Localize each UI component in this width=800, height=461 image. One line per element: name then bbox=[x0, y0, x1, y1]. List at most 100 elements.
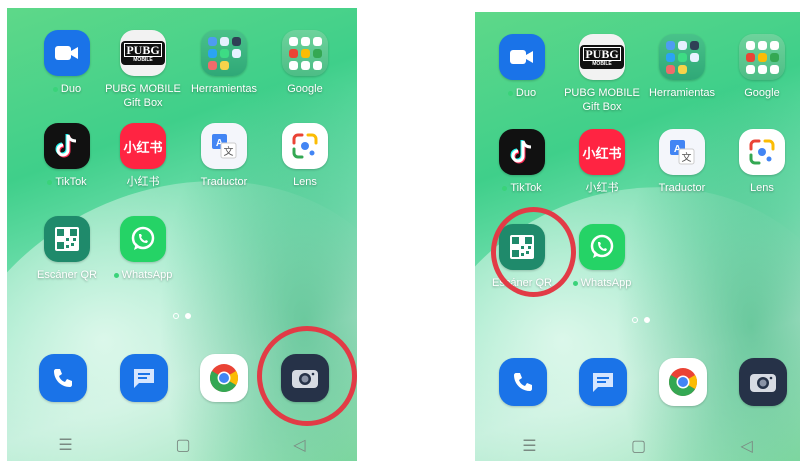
highlight-circle-camera bbox=[257, 326, 357, 426]
xiaohongshu-icon: 小红书 bbox=[120, 123, 166, 169]
home-button[interactable]: ▢ bbox=[175, 435, 190, 455]
app-duo[interactable]: Duo bbox=[479, 34, 565, 100]
new-install-dot bbox=[572, 280, 578, 286]
new-install-dot bbox=[52, 86, 58, 92]
tiktok-icon bbox=[44, 123, 90, 169]
dock-phone[interactable] bbox=[480, 358, 566, 406]
pubg-logo-icon: PUBG MOBILE bbox=[579, 34, 625, 80]
phone-icon bbox=[499, 358, 547, 406]
lens-icon bbox=[282, 123, 328, 169]
page-dot-active bbox=[185, 313, 191, 319]
translate-icon: A文 bbox=[201, 123, 247, 169]
highlight-circle-qr-scanner bbox=[491, 207, 576, 297]
app-label: PUBG MOBILE Gift Box bbox=[564, 87, 640, 113]
new-install-dot bbox=[113, 272, 119, 278]
new-install-dot bbox=[507, 90, 513, 96]
qr-scanner-icon bbox=[44, 216, 90, 262]
dock-chrome[interactable] bbox=[181, 354, 267, 402]
app-label: PUBG MOBILE Gift Box bbox=[105, 83, 181, 109]
tools-folder-icon bbox=[659, 34, 705, 80]
app-label: Herramientas bbox=[190, 83, 258, 95]
duo-video-icon bbox=[499, 34, 545, 80]
app-traductor[interactable]: A文 Traductor bbox=[639, 129, 725, 195]
app-folder-google[interactable]: Google bbox=[719, 34, 800, 100]
right-phone-screen: Duo PUBG MOBILE PUBG MOBILE Gift Box Her… bbox=[475, 12, 800, 461]
app-label: 小红书 bbox=[585, 182, 619, 194]
dock-camera[interactable] bbox=[720, 358, 800, 406]
pubg-logo-icon: PUBG MOBILE bbox=[120, 30, 166, 76]
home-button[interactable]: ▢ bbox=[631, 436, 646, 456]
app-traductor[interactable]: A文 Traductor bbox=[181, 123, 267, 189]
app-lens[interactable]: Lens bbox=[719, 129, 800, 195]
google-folder-icon bbox=[739, 34, 785, 80]
app-label: WhatsApp bbox=[580, 277, 632, 289]
navigation-bar: ☰ ▢ ◁ bbox=[475, 434, 800, 458]
tools-folder-icon bbox=[201, 30, 247, 76]
pubg-logo-text: PUBG bbox=[583, 47, 621, 61]
pubg-logo-subtext: MOBILE bbox=[592, 61, 612, 67]
app-label: Lens bbox=[293, 176, 317, 188]
app-pubg-gift-box[interactable]: PUBG MOBILE PUBG MOBILE Gift Box bbox=[559, 34, 645, 114]
app-label: Google bbox=[744, 87, 780, 99]
lens-icon bbox=[739, 129, 785, 175]
whatsapp-icon bbox=[120, 216, 166, 262]
app-label: Lens bbox=[750, 182, 774, 194]
new-install-dot bbox=[47, 179, 53, 185]
camera-icon bbox=[739, 358, 787, 406]
app-xiaohongshu[interactable]: 小红书 小红书 bbox=[100, 123, 186, 189]
svg-text:文: 文 bbox=[682, 151, 692, 164]
app-label: TikTok bbox=[55, 176, 87, 188]
duo-video-icon bbox=[44, 30, 90, 76]
left-phone-screen: Duo PUBG MOBILE PUBG MOBILE Gift Box Her… bbox=[7, 8, 357, 461]
chrome-icon bbox=[200, 354, 248, 402]
app-duo[interactable]: Duo bbox=[24, 30, 110, 96]
app-lens[interactable]: Lens bbox=[262, 123, 348, 189]
svg-text:文: 文 bbox=[224, 145, 234, 158]
app-escaner-qr[interactable]: Escáner QR bbox=[24, 216, 110, 282]
dock-messages[interactable] bbox=[560, 358, 646, 406]
pubg-logo-text: PUBG bbox=[124, 43, 162, 57]
back-button[interactable]: ◁ bbox=[740, 436, 752, 456]
app-folder-google[interactable]: Google bbox=[262, 30, 348, 96]
xiaohongshu-logo-text: 小红书 bbox=[582, 145, 622, 161]
app-label: TikTok bbox=[510, 182, 542, 194]
recents-button[interactable]: ☰ bbox=[58, 435, 72, 455]
messages-icon bbox=[120, 354, 168, 402]
phone-icon bbox=[39, 354, 87, 402]
dock-chrome[interactable] bbox=[640, 358, 726, 406]
app-pubg-gift-box[interactable]: PUBG MOBILE PUBG MOBILE Gift Box bbox=[100, 30, 186, 110]
chrome-icon bbox=[659, 358, 707, 406]
app-tiktok[interactable]: TikTok bbox=[479, 129, 565, 195]
dock-phone[interactable] bbox=[20, 354, 106, 402]
page-dot bbox=[173, 313, 179, 319]
app-tiktok[interactable]: TikTok bbox=[24, 123, 110, 189]
navigation-bar: ☰ ▢ ◁ bbox=[7, 433, 357, 457]
dock-messages[interactable] bbox=[101, 354, 187, 402]
app-xiaohongshu[interactable]: 小红书 小红书 bbox=[559, 129, 645, 195]
page-indicator bbox=[632, 317, 650, 323]
xiaohongshu-logo-text: 小红书 bbox=[123, 139, 163, 155]
app-whatsapp[interactable]: WhatsApp bbox=[100, 216, 186, 282]
app-label: Duo bbox=[515, 87, 537, 99]
recents-button[interactable]: ☰ bbox=[522, 436, 536, 456]
app-label: WhatsApp bbox=[121, 269, 173, 281]
page-dot bbox=[632, 317, 638, 323]
page-dot-active bbox=[644, 317, 650, 323]
xiaohongshu-icon: 小红书 bbox=[579, 129, 625, 175]
new-install-dot bbox=[502, 185, 508, 191]
app-label: Duo bbox=[60, 83, 82, 95]
app-label: Traductor bbox=[200, 176, 248, 188]
back-button[interactable]: ◁ bbox=[293, 435, 305, 455]
tiktok-icon bbox=[499, 129, 545, 175]
app-folder-herramientas[interactable]: Herramientas bbox=[181, 30, 267, 96]
app-label: Google bbox=[287, 83, 323, 95]
app-label: Traductor bbox=[658, 182, 706, 194]
whatsapp-icon bbox=[579, 224, 625, 270]
app-label: 小红书 bbox=[126, 176, 160, 188]
page-indicator bbox=[173, 313, 191, 319]
translate-icon: A文 bbox=[659, 129, 705, 175]
pubg-logo-subtext: MOBILE bbox=[133, 57, 153, 63]
app-label: Escáner QR bbox=[37, 269, 97, 281]
app-folder-herramientas[interactable]: Herramientas bbox=[639, 34, 725, 100]
app-label: Herramientas bbox=[648, 87, 716, 99]
